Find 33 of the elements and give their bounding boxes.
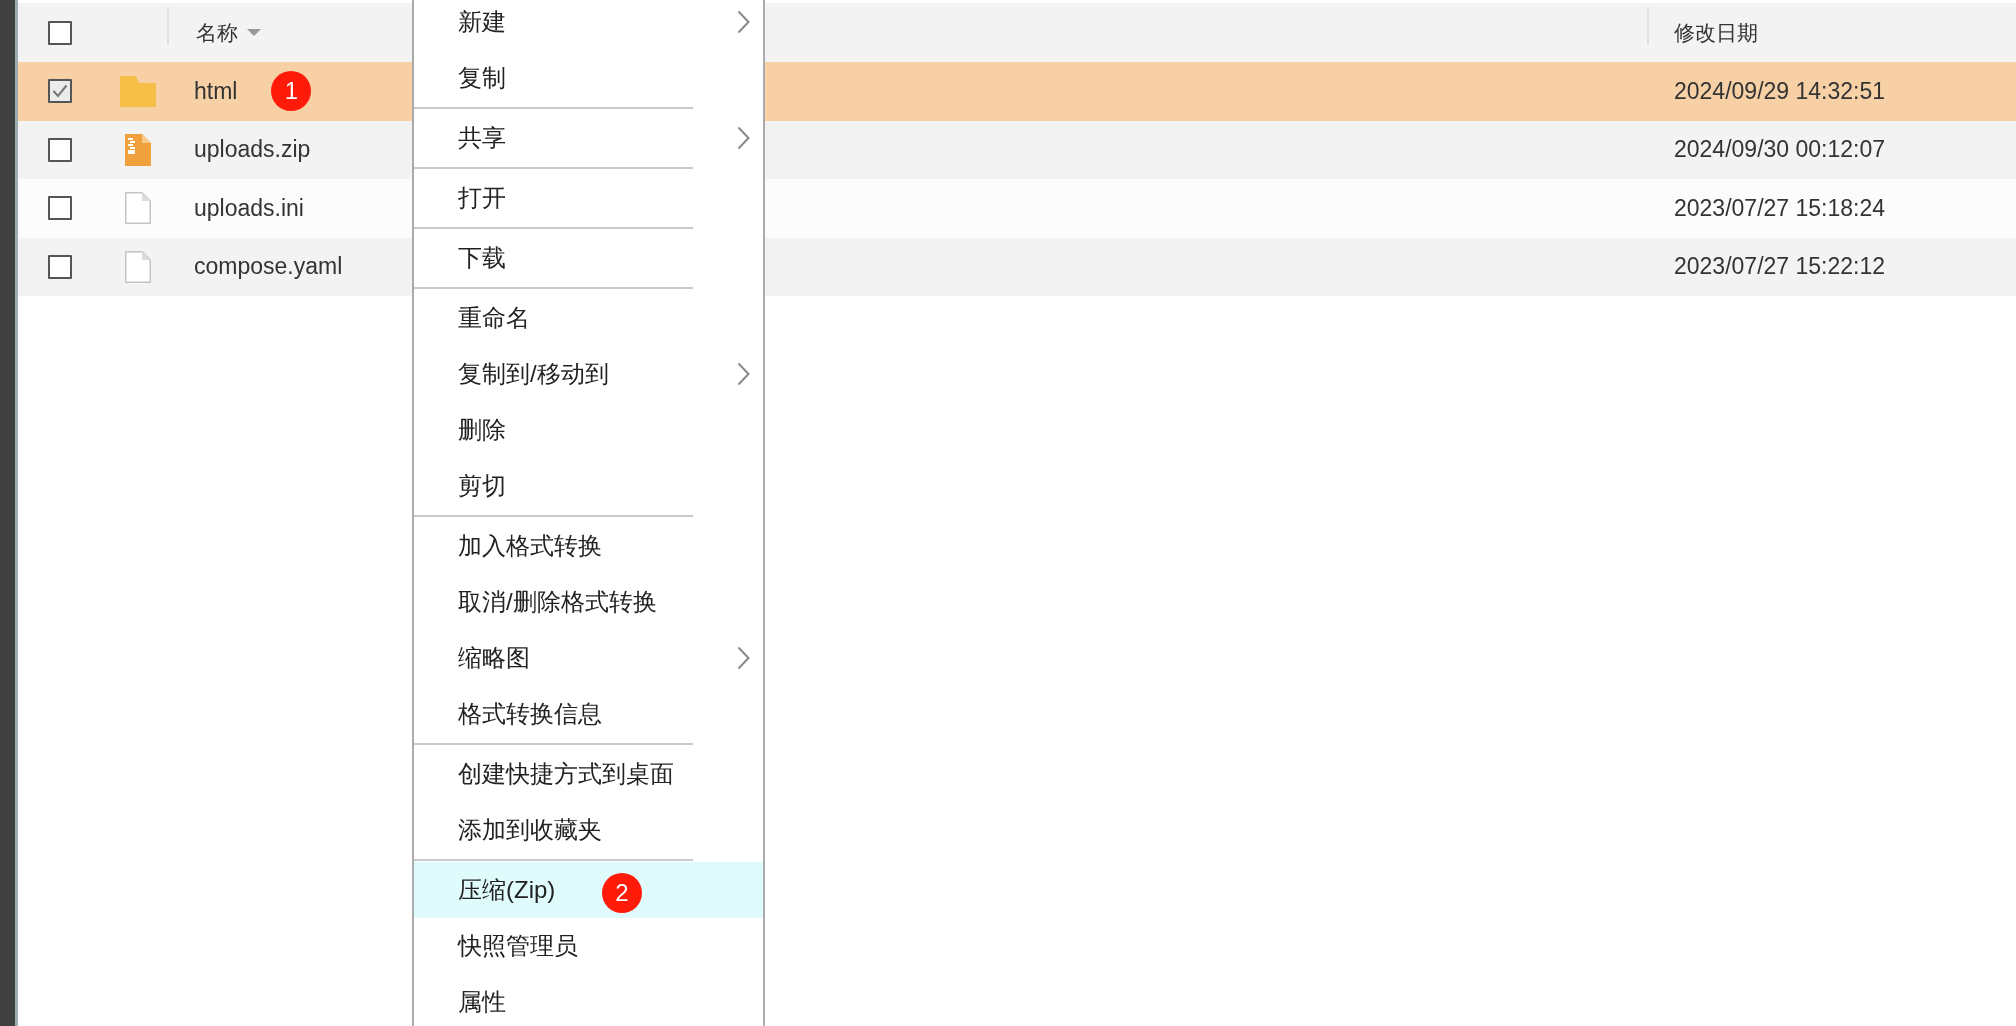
checkmark-icon: [52, 84, 68, 99]
file-name: uploads.zip: [194, 136, 311, 164]
file-icon: [125, 250, 151, 283]
menu-item[interactable]: 属性: [414, 974, 763, 1026]
menu-item[interactable]: 添加到收藏夹: [414, 802, 763, 858]
checkbox[interactable]: [48, 137, 72, 162]
menu-item[interactable]: 新建: [414, 0, 763, 50]
menu-item[interactable]: 剪切: [414, 458, 763, 514]
menu-item[interactable]: 创建快捷方式到桌面: [414, 746, 763, 802]
menu-item[interactable]: 缩略图: [414, 630, 763, 686]
modified-date: 2024/09/29 14:32:51: [1674, 77, 1886, 105]
checkbox[interactable]: [48, 79, 72, 104]
modified-date: 2024/09/30 00:12:07: [1674, 136, 1886, 164]
modified-date: 2023/07/27 15:18:24: [1674, 194, 1886, 222]
checkbox[interactable]: [48, 20, 72, 45]
column-header[interactable]: 修改日期: [1674, 18, 1758, 47]
file-name: uploads.ini: [194, 194, 304, 222]
column-header[interactable]: 名称: [196, 18, 261, 47]
checkbox[interactable]: [48, 254, 72, 279]
file-icon: [125, 192, 151, 225]
menu-item[interactable]: 复制到/移动到: [414, 346, 763, 402]
file-name: compose.yaml: [194, 253, 343, 281]
modified-date: 2023/07/27 15:22:12: [1674, 253, 1886, 281]
zip-file-icon: [125, 133, 151, 166]
checkbox[interactable]: [48, 196, 72, 221]
annotation-marker: 1: [271, 71, 312, 112]
folder-icon: [120, 75, 156, 107]
menu-item[interactable]: 快照管理员: [414, 918, 763, 974]
menu-item[interactable]: 取消/删除格式转换: [414, 574, 763, 630]
menu-item[interactable]: 格式转换信息: [414, 686, 763, 742]
menu-item[interactable]: 加入格式转换: [414, 518, 763, 574]
menu-item[interactable]: 删除: [414, 402, 763, 458]
file-name: html: [194, 77, 238, 105]
